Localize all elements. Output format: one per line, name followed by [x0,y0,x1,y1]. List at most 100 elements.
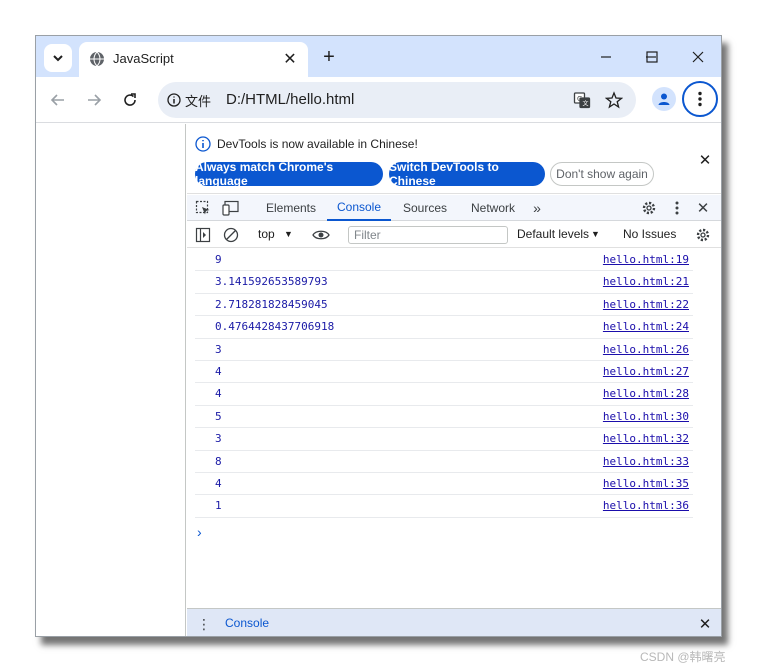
drawer-menu-icon[interactable]: ⋮ [197,616,211,633]
info-icon [195,136,211,152]
chrome-menu-button[interactable] [682,81,718,117]
log-source-link[interactable]: hello.html:21 [603,275,689,288]
inspect-element-icon[interactable] [193,198,213,218]
close-window-button[interactable] [680,44,716,70]
console-prompt-chevron-icon[interactable]: › [197,524,202,540]
log-source-link[interactable]: hello.html:27 [603,365,689,378]
close-infobar-icon[interactable]: ✕ [695,150,715,170]
tab-title: JavaScript [113,51,174,66]
site-info-chip[interactable]: 文件 [167,90,211,110]
svg-text:文: 文 [583,100,589,108]
console-toolbar: top ▼ Filter Default levels ▼ No Issues [187,222,721,248]
minimize-icon [601,56,611,58]
log-value: 8 [215,454,222,468]
devtools-language-infobar: DevTools is now available in Chinese! Al… [187,124,721,194]
log-source-link[interactable]: hello.html:33 [603,455,689,468]
log-source-link[interactable]: hello.html:32 [603,432,689,445]
site-label: 文件 [185,93,212,109]
log-source-link[interactable]: hello.html:28 [603,387,689,400]
dont-show-again-button[interactable]: Don't show again [550,162,654,186]
browser-tab[interactable]: JavaScript ✕ [79,42,308,77]
tab-search-button[interactable] [44,44,72,72]
console-log-row: 3 hello.html:32 [195,428,693,451]
console-log-row: 3 hello.html:26 [195,339,693,361]
url-text[interactable]: D:/HTML/hello.html [226,91,354,108]
maximize-button[interactable] [634,44,670,70]
star-icon [605,91,623,109]
context-dropdown-icon[interactable]: ▼ [284,229,293,239]
devtools-menu-icon[interactable] [667,198,687,218]
console-log-row: 5 hello.html:30 [195,406,693,429]
maximize-icon [646,51,658,63]
console-messages: 9 hello.html:19 3.141592653589793 hello.htm… [187,249,721,518]
page-viewport[interactable] [36,124,186,636]
device-toolbar-icon[interactable] [221,198,241,218]
console-log-row: 4 hello.html:27 [195,361,693,384]
tab-console[interactable]: Console [327,195,391,221]
log-source-link[interactable]: hello.html:36 [603,499,689,512]
bookmark-button[interactable] [602,88,626,112]
console-log-row: 0.4764428437706918 hello.html:24 [195,316,693,339]
new-tab-button[interactable]: + [317,45,341,69]
console-log-row: 9 hello.html:19 [195,249,693,272]
console-log-row: 4 hello.html:28 [195,383,693,406]
issues-counter[interactable]: No Issues [623,227,676,241]
close-devtools-icon[interactable]: ✕ [693,198,713,218]
log-value: 2.718281828459045 [215,297,328,311]
avatar-icon [658,93,670,105]
log-source-link[interactable]: hello.html:22 [603,298,689,311]
kebab-menu-icon [698,91,702,107]
log-source-link[interactable]: hello.html:30 [603,410,689,423]
log-value: 3 [215,342,222,356]
clear-console-icon[interactable] [221,225,241,245]
switch-devtools-chinese-button[interactable]: Switch DevTools to Chinese [389,160,545,188]
log-value: 4 [215,476,222,490]
address-bar[interactable]: 文件 D:/HTML/hello.html G文 [158,82,636,118]
log-source-link[interactable]: hello.html:24 [603,320,689,333]
back-button[interactable] [44,86,72,114]
sidebar-toggle-icon[interactable] [193,225,213,245]
log-source-link[interactable]: hello.html:26 [603,343,689,356]
drawer-tab-console[interactable]: Console [215,609,279,636]
reload-button[interactable] [116,86,144,114]
log-source-link[interactable]: hello.html:19 [603,253,689,266]
log-value: 3.141592653589793 [215,275,328,289]
log-value: 1 [215,499,222,513]
log-value: 3 [215,432,222,446]
devtools-panel: DevTools is now available in Chinese! Al… [187,124,721,636]
forward-button[interactable] [80,86,108,114]
console-filter-input[interactable]: Filter [348,226,508,244]
log-value: 4 [215,387,222,401]
chevron-down-icon [53,55,63,62]
close-drawer-icon[interactable]: ✕ [695,614,715,634]
tab-elements[interactable]: Elements [259,195,323,221]
console-log-row: 3.141592653589793 hello.html:21 [195,271,693,294]
console-log-row: 1 hello.html:36 [195,495,693,518]
browser-window: JavaScript ✕ + 文件 D:/HTML/hello.html G 文… [35,35,722,637]
log-value: 9 [215,253,222,266]
info-icon [167,93,181,107]
log-value: 0.4764428437706918 [215,320,335,334]
settings-gear-icon[interactable] [639,198,659,218]
levels-dropdown-icon[interactable]: ▼ [591,229,600,239]
more-tabs-icon[interactable]: » [527,198,547,218]
console-settings-gear-icon[interactable] [693,225,713,245]
minimize-button-2[interactable] [588,44,624,70]
close-tab-icon[interactable]: ✕ [278,47,302,71]
translate-button[interactable]: G文 [570,88,594,112]
log-source-link[interactable]: hello.html:35 [603,477,689,490]
browser-toolbar: 文件 D:/HTML/hello.html G文 [36,77,721,123]
console-log-row: 8 hello.html:33 [195,451,693,473]
devtools-drawer: ⋮ Console ✕ [187,608,721,636]
context-selector[interactable]: top [258,227,275,241]
watermark: CSDN @韩曙亮 [640,650,726,664]
tab-sources[interactable]: Sources [395,195,455,221]
log-value: 4 [215,364,222,378]
close-icon [692,51,704,63]
profile-button[interactable] [652,87,676,111]
log-levels-dropdown[interactable]: Default levels [517,227,589,241]
live-expression-eye-icon[interactable] [311,225,331,245]
tab-network[interactable]: Network [461,195,525,221]
always-match-language-button[interactable]: Always match Chrome's language [195,160,383,188]
console-log-row: 2.718281828459045 hello.html:22 [195,294,693,317]
